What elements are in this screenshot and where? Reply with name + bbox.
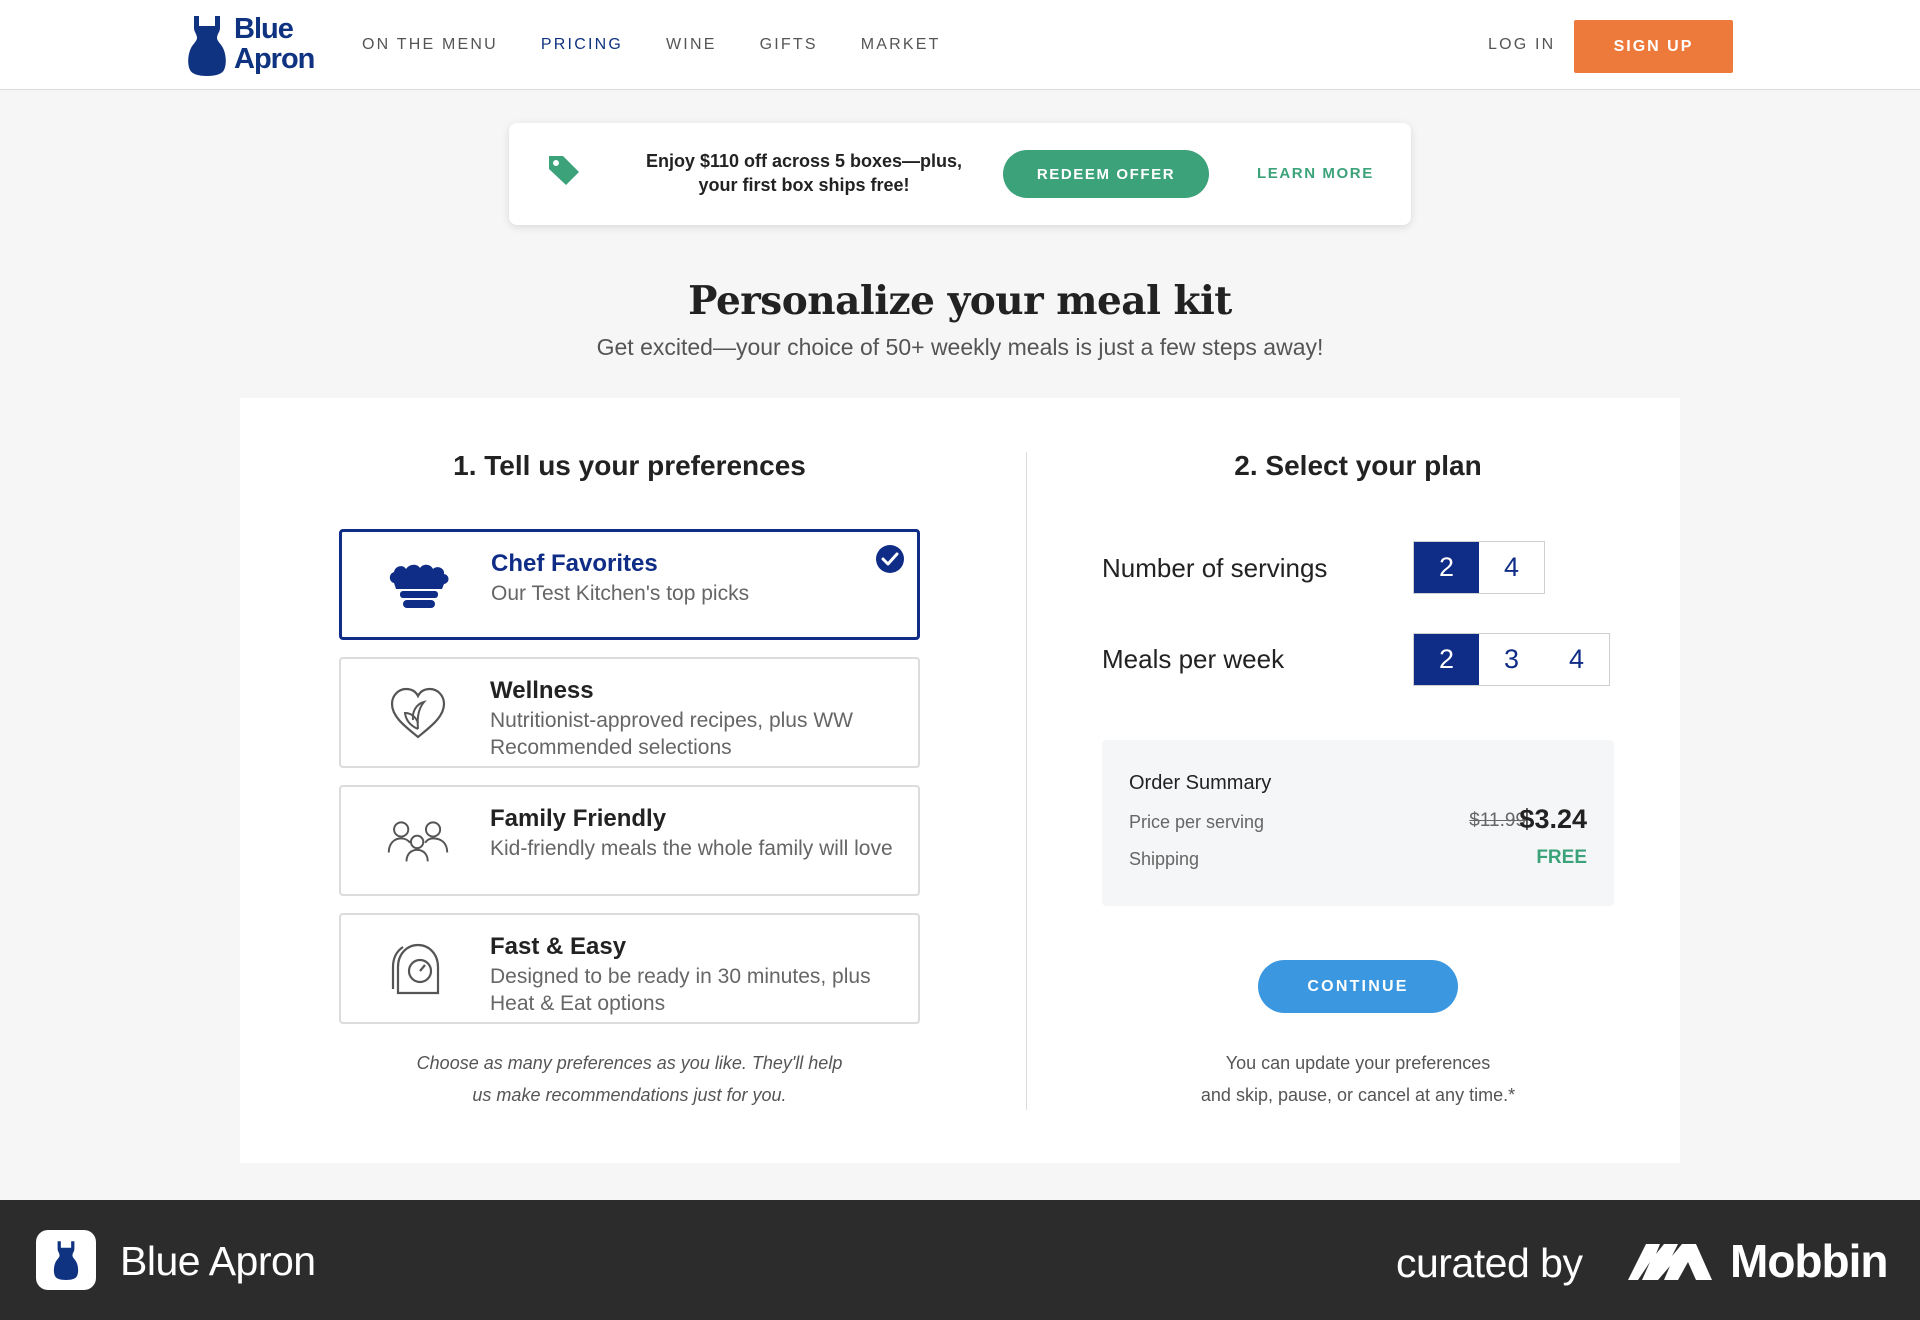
top-nav: Blue Apron ON THE MENU PRICING WINE GIFT… xyxy=(0,0,1920,90)
preferences-note: Choose as many preferences as you like. … xyxy=(339,1047,920,1111)
mobbin-logo-icon xyxy=(1628,1244,1712,1280)
servings-label: Number of servings xyxy=(1102,553,1328,583)
page-title: Personalize your meal kit xyxy=(688,278,1232,324)
servings-option-2[interactable]: 2 xyxy=(1414,542,1479,593)
apron-icon xyxy=(53,1241,79,1280)
logo-line-1: Blue xyxy=(234,13,294,45)
promo-line-1: Enjoy $110 off across 5 boxes—plus, xyxy=(645,151,963,171)
continue-button[interactable]: CONTINUE xyxy=(1258,960,1458,1013)
pref-description: Kid-friendly meals the whole family will… xyxy=(490,837,893,860)
nav-item-on-the-menu[interactable]: ON THE MENU xyxy=(362,36,498,54)
meals-option-3[interactable]: 3 xyxy=(1479,634,1544,685)
logo-wordmark: Blue Apron xyxy=(234,13,315,75)
pref-title: Chef Favorites xyxy=(491,550,658,577)
plan-note-line-1: You can update your preferences xyxy=(1225,1053,1491,1073)
page-subtitle: Get excited—your choice of 50+ weekly me… xyxy=(596,334,1324,360)
shipping-value: FREE xyxy=(1536,847,1587,868)
signup-button[interactable]: SIGN UP xyxy=(1574,20,1733,73)
plan-note-line-2: and skip, pause, or cancel at any time.* xyxy=(1200,1085,1516,1105)
preferences-heading: 1. Tell us your preferences xyxy=(453,450,806,481)
check-icon xyxy=(876,545,904,573)
apron-icon xyxy=(188,16,226,76)
column-divider xyxy=(1026,452,1027,1110)
pref-title: Fast & Easy xyxy=(490,933,627,960)
order-summary-title: Order Summary xyxy=(1129,772,1272,794)
promo-banner: Enjoy $110 off across 5 boxes—plus, your… xyxy=(509,123,1411,225)
blue-apron-logo[interactable]: Blue Apron xyxy=(184,14,316,76)
pref-description: Our Test Kitchen's top picks xyxy=(491,582,750,605)
plan-heading: 2. Select your plan xyxy=(1234,450,1482,481)
login-link[interactable]: LOG IN xyxy=(1488,36,1555,54)
pref-card-wellness[interactable]: Wellness Nutritionist-approved recipes, … xyxy=(339,657,920,768)
meals-option-4[interactable]: 4 xyxy=(1544,634,1609,685)
redeem-offer-button[interactable]: REDEEM OFFER xyxy=(1003,150,1209,198)
servings-option-4[interactable]: 4 xyxy=(1479,542,1544,593)
new-price: $3.24 xyxy=(1519,804,1587,834)
shipping-label: Shipping xyxy=(1129,849,1200,869)
tag-icon xyxy=(549,156,579,185)
price-per-serving-label: Price per serving xyxy=(1129,812,1265,832)
nav-item-wine[interactable]: WINE xyxy=(666,36,717,54)
meals-selector: 2 3 4 xyxy=(1413,633,1610,686)
mobbin-wordmark: Mobbin xyxy=(1730,1235,1888,1287)
preferences-note-line-1: Choose as many preferences as you like. … xyxy=(416,1053,843,1073)
app-icon xyxy=(36,1230,96,1290)
meals-label: Meals per week xyxy=(1102,644,1285,674)
old-price: $11.99 xyxy=(1469,810,1526,831)
promo-line-2: your first box ships free! xyxy=(698,175,910,195)
footer-app-name: Blue Apron xyxy=(120,1238,316,1284)
logo-line-2: Apron xyxy=(234,43,315,75)
main-nav: ON THE MENU PRICING WINE GIFTS MARKET xyxy=(362,0,984,90)
curated-by-text: curated by xyxy=(1396,1240,1583,1286)
nav-item-gifts[interactable]: GIFTS xyxy=(760,36,818,54)
plan-note: You can update your preferences and skip… xyxy=(1102,1047,1614,1111)
nav-item-pricing[interactable]: PRICING xyxy=(541,36,623,54)
pref-card-family-friendly[interactable]: Family Friendly Kid-friendly meals the w… xyxy=(339,785,920,896)
pref-title: Wellness xyxy=(490,677,594,704)
pref-description: Nutritionist-approved recipes, plus WW R… xyxy=(490,709,853,759)
pref-card-chef-favorites[interactable]: Chef Favorites Our Test Kitchen's top pi… xyxy=(339,529,920,640)
meals-option-2[interactable]: 2 xyxy=(1414,634,1479,685)
pref-card-fast-easy[interactable]: Fast & Easy Designed to be ready in 30 m… xyxy=(339,913,920,1024)
heart-leaf-icon xyxy=(387,685,449,741)
family-icon xyxy=(387,813,449,869)
timer-icon xyxy=(387,941,449,997)
preferences-note-line-2: us make recommendations just for you. xyxy=(472,1085,787,1105)
promo-text: Enjoy $110 off across 5 boxes—plus, your… xyxy=(619,149,989,197)
order-summary: Order Summary Price per serving $11.99 $… xyxy=(1102,740,1614,906)
pref-description: Designed to be ready in 30 minutes, plus… xyxy=(490,965,871,1015)
mobbin-footer: Blue Apron curated by Mobbin xyxy=(0,1200,1920,1320)
chef-hat-icon xyxy=(388,558,450,614)
learn-more-link[interactable]: LEARN MORE xyxy=(1257,165,1374,182)
servings-selector: 2 4 xyxy=(1413,541,1545,594)
pref-title: Family Friendly xyxy=(490,805,667,832)
nav-item-market[interactable]: MARKET xyxy=(861,36,941,54)
